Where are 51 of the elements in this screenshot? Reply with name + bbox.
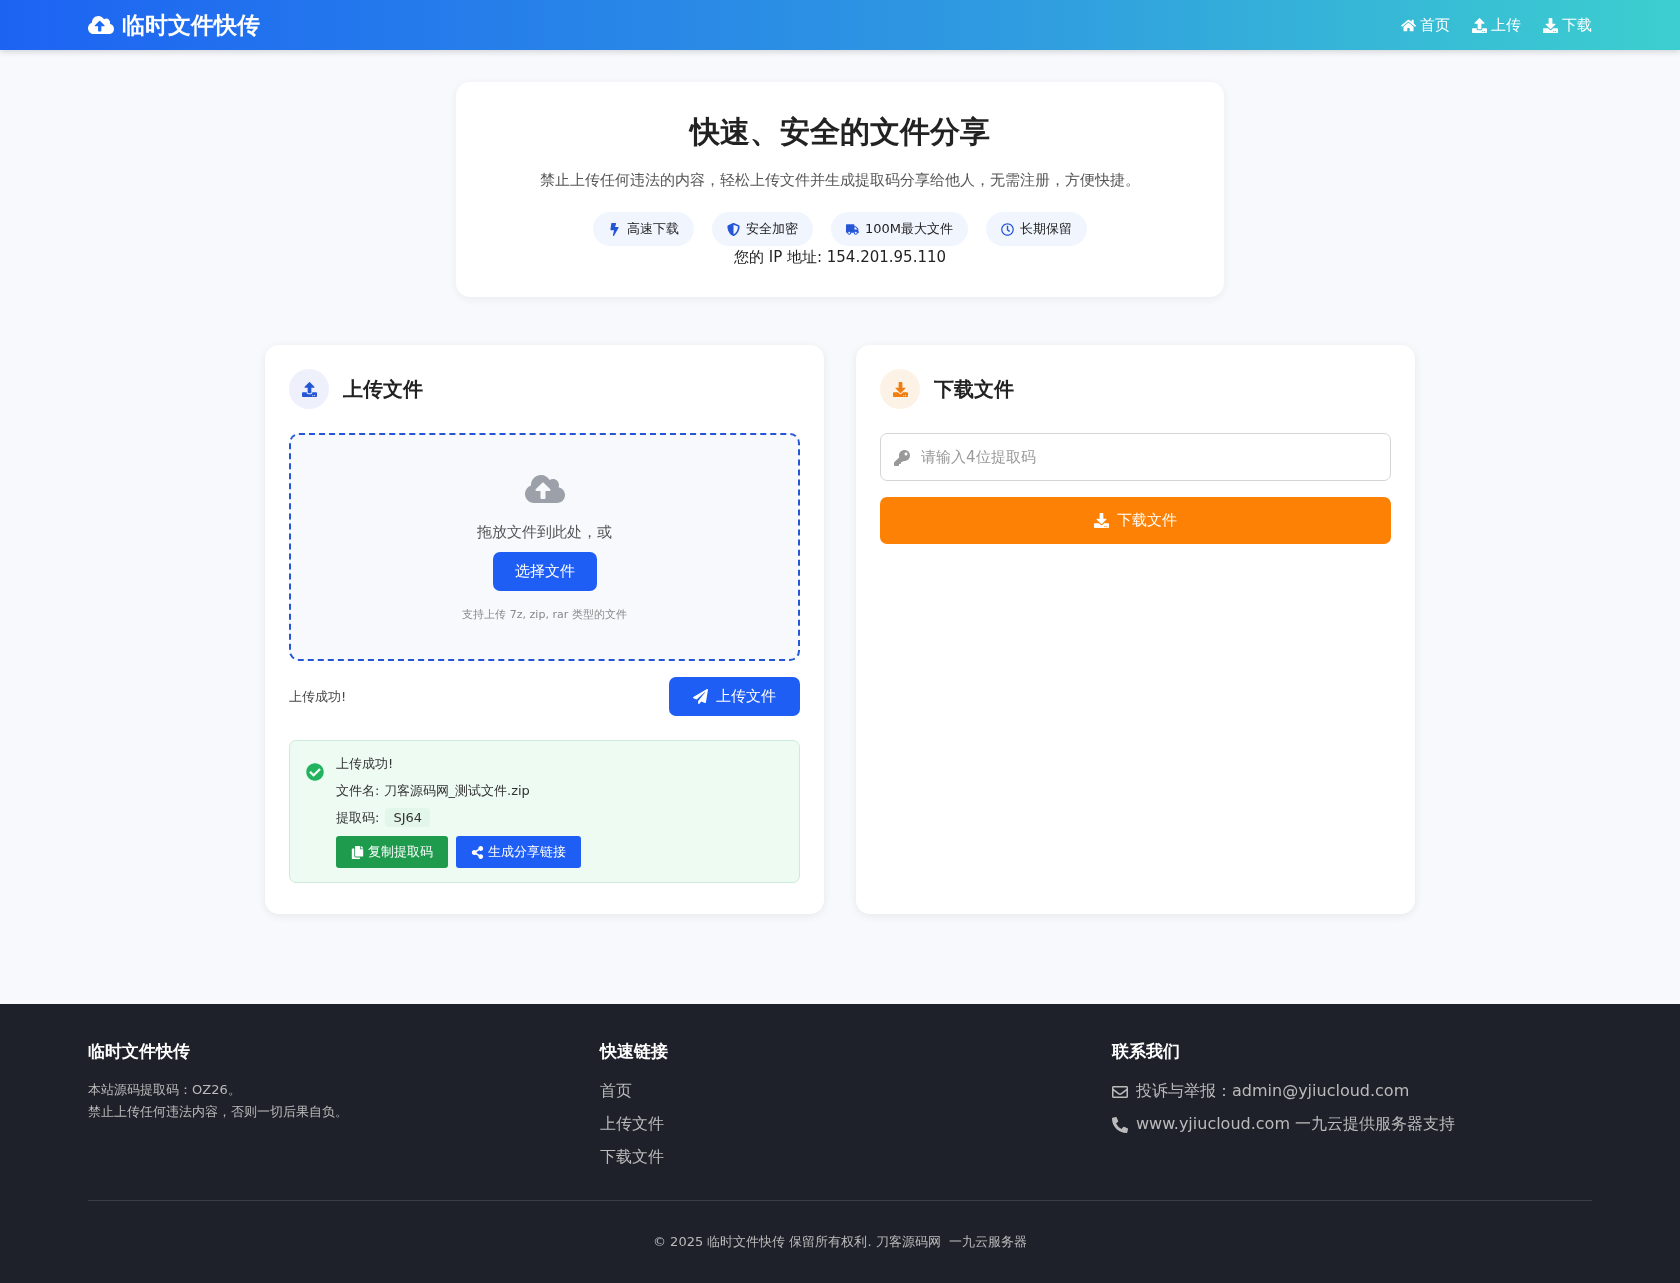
footer-heading: 快速链接 [600, 1040, 669, 1063]
download-icon [1543, 17, 1558, 33]
upload-button[interactable]: 上传文件 [669, 677, 800, 716]
footer-link[interactable]: 下载文件 [600, 1147, 1112, 1168]
choose-file-button[interactable]: 选择文件 [492, 552, 597, 591]
footer-text: 禁止上传任何违法内容，否则一切后果自负。 [88, 1103, 349, 1121]
key-icon [894, 450, 910, 466]
drop-zone[interactable]: 拖放文件到此处，或 选择文件 支持上传 7z, zip, rar 类型的文件 [289, 433, 800, 661]
copy-icon [351, 845, 364, 859]
share-link-button[interactable]: 生成分享链接 [456, 836, 581, 868]
card-title: 上传文件 [343, 375, 423, 403]
shield-icon [727, 222, 740, 236]
file-type-hint: 支持上传 7z, zip, rar 类型的文件 [462, 607, 627, 622]
share-icon [471, 845, 484, 859]
upload-status: 上传成功! [289, 687, 347, 706]
footer-text: 本站源码提取码：OZ26。 [88, 1081, 242, 1099]
extraction-code: SJ64 [385, 808, 431, 827]
feature-badge: 安全加密 [712, 212, 813, 246]
send-icon [693, 689, 708, 704]
footer-heading: 联系我们 [1112, 1040, 1181, 1063]
phone-icon [1112, 1116, 1128, 1133]
ip-address: 您的 IP 地址: 154.201.95.110 [733, 248, 947, 267]
success-title: 上传成功! [336, 755, 395, 773]
upload-icon [289, 369, 329, 409]
footer-link[interactable]: 首页 [600, 1081, 1112, 1102]
download-icon [1094, 513, 1109, 528]
clock-icon [1001, 222, 1014, 236]
envelope-icon [1112, 1083, 1128, 1100]
code-label: 提取码: [336, 810, 380, 825]
footer-link[interactable]: 上传文件 [600, 1114, 1112, 1135]
feature-badge: 长期保留 [986, 212, 1087, 246]
hero-subtitle: 禁止上传任何违法的内容，轻松上传文件并生成提取码分享给他人，无需注册，方便快捷。 [540, 171, 1140, 190]
check-icon [306, 763, 324, 781]
code-input-field[interactable]: 请输入4位提取码 [880, 433, 1391, 481]
drop-text: 拖放文件到此处，或 [477, 523, 612, 542]
file-name: 文件名: 刀客源码网_测试文件.zip [336, 782, 531, 800]
download-icon [880, 369, 920, 409]
home-icon [1401, 17, 1416, 33]
contact-line: www.yjiucloud.com 一九云提供服务器支持 [1112, 1114, 1592, 1135]
copy-code-button[interactable]: 复制提取码 [336, 836, 448, 868]
upload-icon [1472, 17, 1487, 33]
truck-icon [846, 222, 859, 236]
feature-badge: 高速下载 [593, 212, 694, 246]
feature-badge: 100M最大文件 [831, 212, 968, 246]
site-logo[interactable]: 临时文件快传 [88, 9, 260, 41]
copyright: © 2025 临时文件快传 保留所有权利. 刀客源码网 一九云服务器 [653, 1234, 1027, 1249]
footer-heading: 临时文件快传 [88, 1040, 191, 1063]
contact-line: 投诉与举报：admin@yjiucloud.com [1112, 1081, 1592, 1102]
bolt-icon [608, 222, 621, 236]
card-title: 下载文件 [934, 375, 1014, 403]
hero-title: 快速、安全的文件分享 [690, 113, 990, 151]
